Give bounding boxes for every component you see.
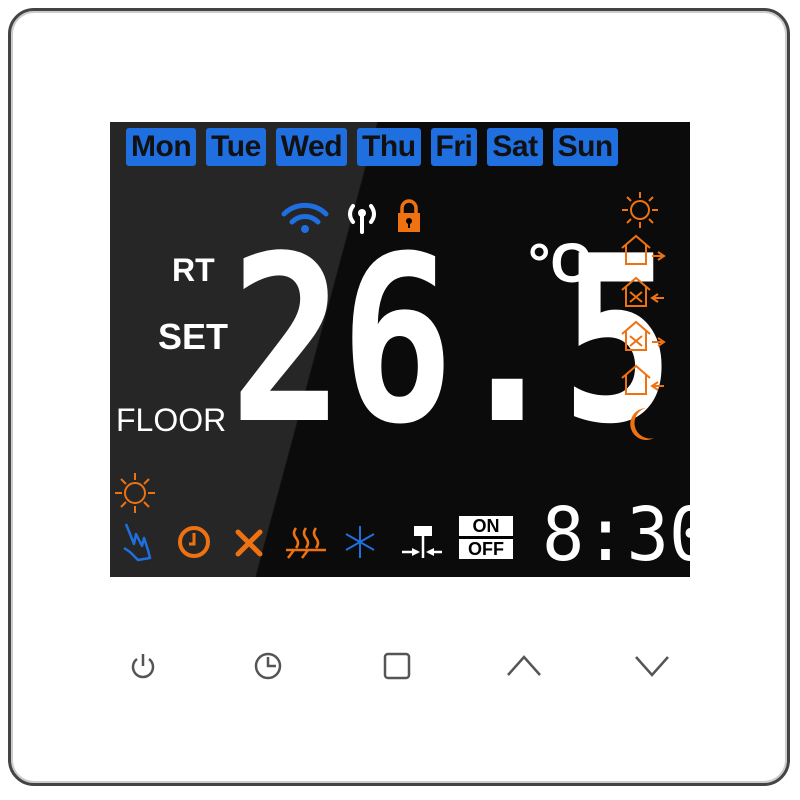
clock-icon xyxy=(178,526,210,558)
day-sat: Sat xyxy=(487,128,543,166)
sun-icon xyxy=(115,473,155,513)
on-off-indicator: ON OFF xyxy=(459,516,513,559)
mode-button[interactable] xyxy=(379,648,415,684)
floor-label: FLOOR xyxy=(116,402,227,438)
house-away-out-icon xyxy=(621,320,666,351)
down-button[interactable] xyxy=(634,648,670,684)
weekday-bar: Mon Tue Wed Thu Fri Sat Sun xyxy=(126,128,618,166)
power-button[interactable] xyxy=(125,648,161,684)
temperature-display: 26.5 xyxy=(230,208,674,475)
tools-icon xyxy=(235,529,263,557)
hand-icon xyxy=(123,523,152,562)
clock-display: 8:30 xyxy=(542,492,690,577)
schedule-button[interactable] xyxy=(250,648,286,684)
floor-heat-icon xyxy=(286,527,326,559)
on-label: ON xyxy=(472,516,500,536)
chevron-up-icon xyxy=(507,655,541,676)
clock-icon xyxy=(254,652,282,680)
house-away-in-icon xyxy=(621,276,664,307)
square-icon xyxy=(383,652,411,680)
house-in-icon xyxy=(621,364,664,395)
power-icon xyxy=(131,654,155,679)
valve-icon xyxy=(402,526,442,558)
up-button[interactable] xyxy=(506,648,542,684)
day-wed: Wed xyxy=(275,128,348,166)
sun-icon xyxy=(622,192,658,228)
day-thu: Thu xyxy=(357,128,421,166)
off-label: OFF xyxy=(459,536,513,559)
chevron-down-icon xyxy=(635,656,669,677)
lcd-screen: Mon Tue Wed Thu Fri Sat Sun RT SET FLOOR… xyxy=(110,122,690,577)
day-sun: Sun xyxy=(552,128,618,166)
unit-label: °C xyxy=(528,231,591,294)
day-mon: Mon xyxy=(126,128,197,166)
snowflake-icon xyxy=(345,526,375,558)
moon-icon xyxy=(630,408,654,440)
rt-label: RT xyxy=(172,252,215,288)
day-fri: Fri xyxy=(430,128,478,166)
day-tue: Tue xyxy=(206,128,266,166)
set-label: SET xyxy=(158,316,229,357)
house-out-icon xyxy=(621,234,666,265)
moon-icon xyxy=(183,474,204,513)
